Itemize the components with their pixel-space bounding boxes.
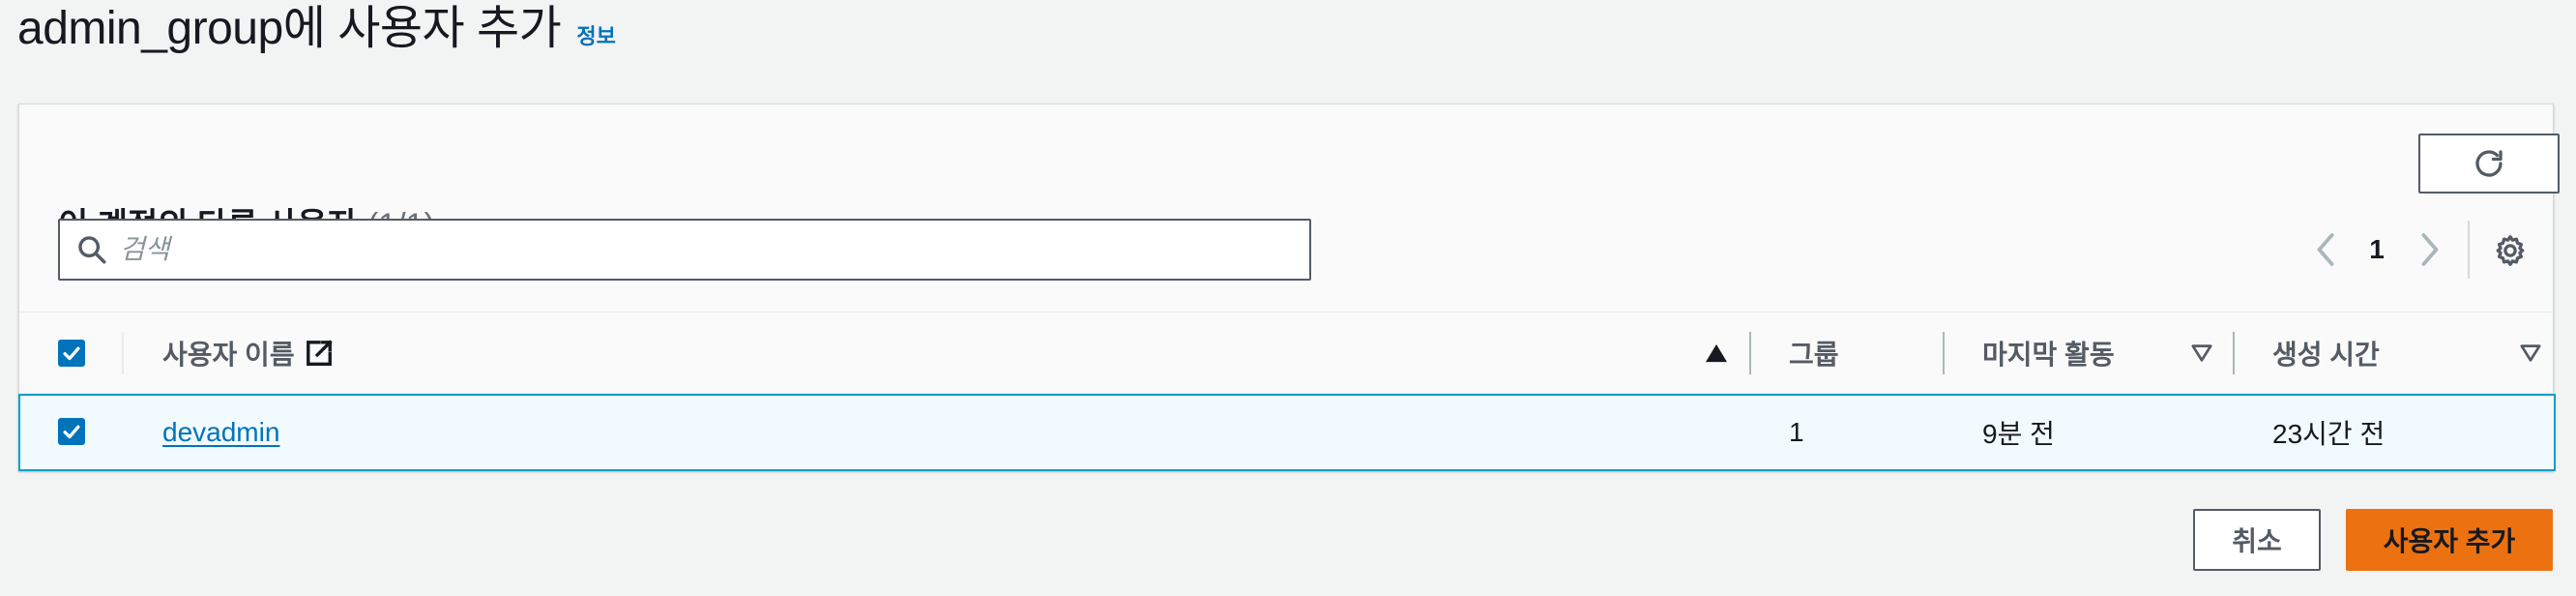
- cancel-button[interactable]: 취소: [2193, 509, 2321, 571]
- column-label-last-activity: 마지막 활동: [1982, 340, 2115, 370]
- users-table-panel: 이 계정의 다른 사용자(1/1) 1: [18, 104, 2560, 471]
- column-label-created: 생성 시간: [2272, 340, 2380, 370]
- sort-ascending-icon[interactable]: [1706, 343, 1727, 363]
- next-page-button[interactable]: [2404, 219, 2454, 281]
- column-header-created[interactable]: 생성 시간: [2272, 313, 2514, 394]
- search-input[interactable]: [120, 234, 1309, 265]
- cell-groups: 1: [1789, 417, 1804, 447]
- add-users-button[interactable]: 사용자 추가: [2346, 509, 2553, 571]
- check-icon: [63, 425, 80, 439]
- column-header-groups[interactable]: 그룹: [1789, 313, 1934, 394]
- preferences-button[interactable]: [2485, 225, 2535, 276]
- row-checkbox[interactable]: [58, 418, 85, 445]
- column-header-username[interactable]: 사용자 이름: [162, 313, 1758, 394]
- sort-descending-icon[interactable]: [2520, 343, 2541, 363]
- search-field[interactable]: [58, 219, 1311, 281]
- username-link[interactable]: devadmin: [162, 417, 279, 448]
- page-title: admin_group에 사용자 추가: [17, 3, 562, 54]
- column-header-last-activity[interactable]: 마지막 활동: [1982, 313, 2224, 394]
- column-separator: [1749, 332, 1751, 374]
- sort-descending-icon[interactable]: [2191, 343, 2212, 363]
- settings-icon: [2496, 235, 2525, 266]
- select-all-checkbox[interactable]: [58, 340, 85, 367]
- panel-header: 이 계정의 다른 사용자(1/1) 1: [19, 104, 2560, 313]
- column-separator: [2233, 332, 2235, 374]
- column-separator: [1943, 332, 1945, 374]
- refresh-icon: [2475, 150, 2503, 177]
- column-label-username: 사용자 이름: [162, 340, 295, 370]
- column-separator: [122, 332, 124, 374]
- page-number-button[interactable]: 1: [2357, 219, 2396, 281]
- page-header: admin_group에 사용자 추가 정보: [17, 0, 616, 62]
- table-header: 사용자 이름 그룹 마지막 활동 생성 시간: [19, 313, 2553, 394]
- chevron-left-icon: [2317, 233, 2334, 266]
- refresh-button[interactable]: [2418, 134, 2560, 194]
- previous-page-button[interactable]: [2301, 219, 2352, 281]
- table-row[interactable]: devadmin 1 9분 전 23시간 전: [18, 394, 2556, 471]
- check-icon: [63, 346, 80, 361]
- chevron-right-icon: [2421, 233, 2439, 266]
- external-link-icon: [306, 340, 333, 366]
- cell-created: 23시간 전: [2272, 419, 2386, 449]
- cell-username: devadmin: [162, 396, 279, 469]
- info-link[interactable]: 정보: [576, 19, 615, 50]
- cell-last-activity: 9분 전: [1982, 419, 2055, 449]
- column-label-groups: 그룹: [1789, 340, 1839, 370]
- pager-divider: [2468, 221, 2470, 279]
- search-icon: [75, 233, 108, 266]
